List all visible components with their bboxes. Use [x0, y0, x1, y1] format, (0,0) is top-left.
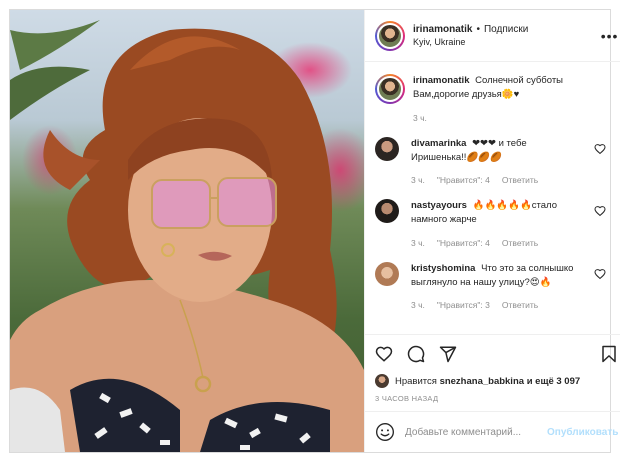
comment-heart-icon[interactable] [594, 268, 606, 280]
comment-likes[interactable]: "Нравится": 3 [437, 300, 490, 310]
commenter-avatar[interactable] [375, 136, 399, 161]
following-button[interactable]: Подписки [484, 23, 528, 37]
liker-avatar[interactable] [375, 374, 389, 388]
author-username[interactable]: irinamonatik [413, 23, 472, 37]
post-side-panel: irinamonatik • Подписки Kyiv, Ukraine ••… [364, 10, 620, 452]
post-location[interactable]: Kyiv, Ukraine [413, 36, 528, 48]
add-comment-bar: Опубликовать [365, 412, 620, 452]
comment-time[interactable]: 3 ч. [411, 175, 425, 185]
comment-item: divamarinka ❤❤❤ и тебе Иришенька!!🏉🏉🏉 3 … [375, 136, 618, 185]
comment-input[interactable] [405, 426, 537, 438]
more-icon[interactable]: ••• [601, 28, 619, 44]
comment-likes[interactable]: "Нравится": 4 [437, 238, 490, 248]
likes-summary: Нравится snezhana_babkina и ещё 3 097 [365, 372, 620, 390]
comment-username[interactable]: nastyayours [411, 200, 467, 211]
commenter-avatar[interactable] [375, 261, 399, 286]
caption-username[interactable]: irinamonatik [413, 75, 470, 86]
comment-time[interactable]: 3 ч. [411, 238, 425, 248]
comment-time[interactable]: 3 ч. [411, 300, 425, 310]
post-date[interactable]: 3 ЧАСОВ НАЗАД [365, 390, 620, 412]
comment-heart-icon[interactable] [594, 205, 606, 217]
post-photo[interactable] [10, 10, 364, 452]
comments-list: irinamonatik Солнечной субботы Вам,дорог… [365, 62, 620, 334]
comment-likes[interactable]: "Нравится": 4 [437, 175, 490, 185]
bookmark-icon[interactable] [600, 345, 618, 363]
send-icon[interactable] [439, 345, 457, 363]
caption-avatar[interactable] [375, 74, 405, 104]
comment-heart-icon[interactable] [594, 143, 606, 155]
reply-button[interactable]: Ответить [502, 300, 538, 310]
comment-icon[interactable] [407, 345, 425, 363]
post-photo-illustration [10, 20, 364, 452]
header-separator: • [476, 23, 480, 35]
post-comment-button[interactable]: Опубликовать [547, 427, 618, 438]
comment-item: kristyshomina Что это за солнышко выглян… [375, 261, 618, 310]
likes-prefix: Нравится [395, 375, 437, 387]
instagram-post: irinamonatik • Подписки Kyiv, Ukraine ••… [9, 9, 620, 453]
likes-count[interactable]: и ещё 3 097 [527, 376, 580, 387]
post-header: irinamonatik • Подписки Kyiv, Ukraine ••… [365, 10, 620, 62]
reply-button[interactable]: Ответить [502, 238, 538, 248]
author-avatar[interactable] [375, 20, 405, 51]
liker-username[interactable]: snezhana_babkina [440, 376, 524, 387]
comment-item: nastyayours 🔥🔥🔥🔥🔥стало намного жарче 3 ч… [375, 199, 618, 248]
reply-button[interactable]: Ответить [502, 175, 538, 185]
comment-username[interactable]: divamarinka [411, 138, 466, 149]
comment-username[interactable]: kristyshomina [411, 263, 475, 274]
caption-time[interactable]: 3 ч. [413, 113, 427, 123]
post-actions [365, 334, 620, 372]
commenter-avatar[interactable] [375, 199, 399, 223]
emoji-icon[interactable] [375, 422, 395, 442]
heart-icon[interactable] [375, 345, 393, 363]
post-caption: irinamonatik Солнечной субботы Вам,дорог… [375, 74, 618, 123]
